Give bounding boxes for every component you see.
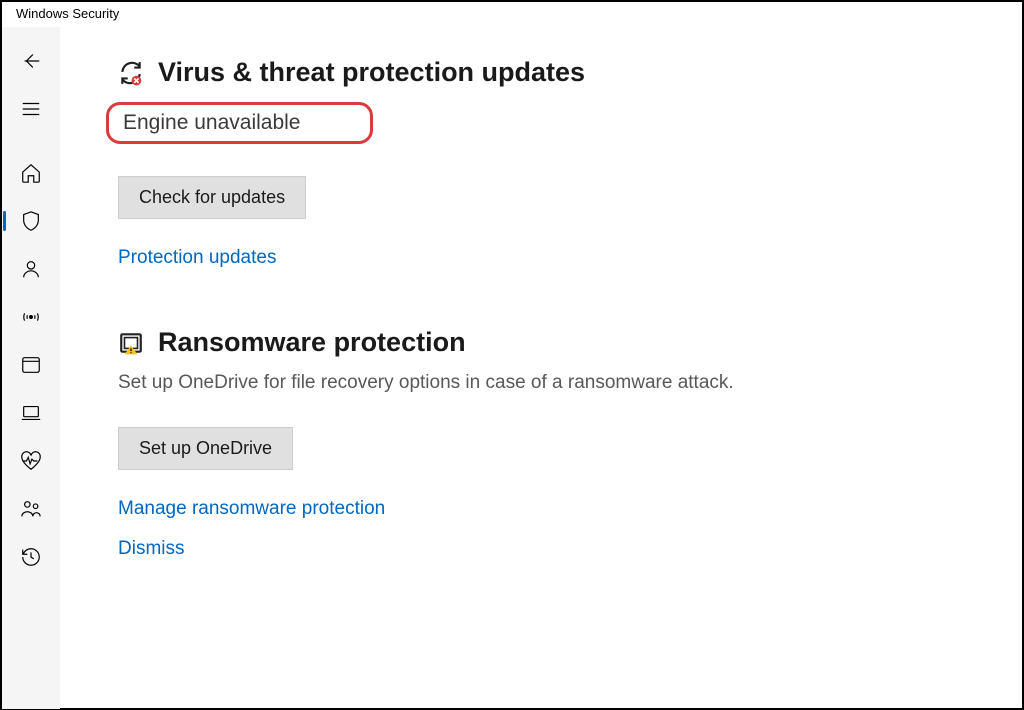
heart-pulse-icon	[20, 450, 42, 472]
refresh-error-icon	[118, 60, 144, 86]
nav-home[interactable]	[11, 153, 51, 193]
folder-warning-icon	[118, 330, 144, 356]
protection-updates-link[interactable]: Protection updates	[118, 247, 1002, 269]
nav-account-protection[interactable]	[11, 249, 51, 289]
sidebar	[2, 27, 60, 709]
history-icon	[20, 546, 42, 568]
ransomware-section-title: Ransomware protection	[158, 327, 466, 358]
dismiss-link[interactable]: Dismiss	[118, 538, 1002, 560]
person-icon	[20, 258, 42, 280]
nav-app-browser[interactable]	[11, 345, 51, 385]
window-title: Windows Security	[2, 2, 1022, 27]
nav-protection-history[interactable]	[11, 537, 51, 577]
hamburger-icon	[20, 98, 42, 120]
app-icon	[20, 354, 42, 376]
manage-ransomware-link[interactable]: Manage ransomware protection	[118, 498, 1002, 520]
arrow-left-icon	[20, 50, 42, 72]
nav-virus-protection[interactable]	[11, 201, 51, 241]
shield-icon	[20, 210, 42, 232]
nav-family-options[interactable]	[11, 489, 51, 529]
nav-device-security[interactable]	[11, 393, 51, 433]
laptop-icon	[20, 402, 42, 424]
nav-firewall[interactable]	[11, 297, 51, 337]
setup-onedrive-button[interactable]: Set up OneDrive	[118, 427, 293, 470]
virus-section-title: Virus & threat protection updates	[158, 57, 585, 88]
nav-device-performance[interactable]	[11, 441, 51, 481]
back-button[interactable]	[11, 41, 51, 81]
people-icon	[20, 498, 42, 520]
broadcast-icon	[20, 306, 42, 328]
main-content: Virus & threat protection updates Engine…	[60, 27, 1022, 709]
ransomware-description: Set up OneDrive for file recovery option…	[118, 370, 1002, 397]
home-icon	[20, 162, 42, 184]
nav-menu-button[interactable]	[11, 89, 51, 129]
engine-status: Engine unavailable	[106, 102, 373, 144]
check-updates-button[interactable]: Check for updates	[118, 176, 306, 219]
virus-section-header: Virus & threat protection updates	[118, 57, 1002, 88]
ransomware-section-header: Ransomware protection	[118, 327, 1002, 358]
